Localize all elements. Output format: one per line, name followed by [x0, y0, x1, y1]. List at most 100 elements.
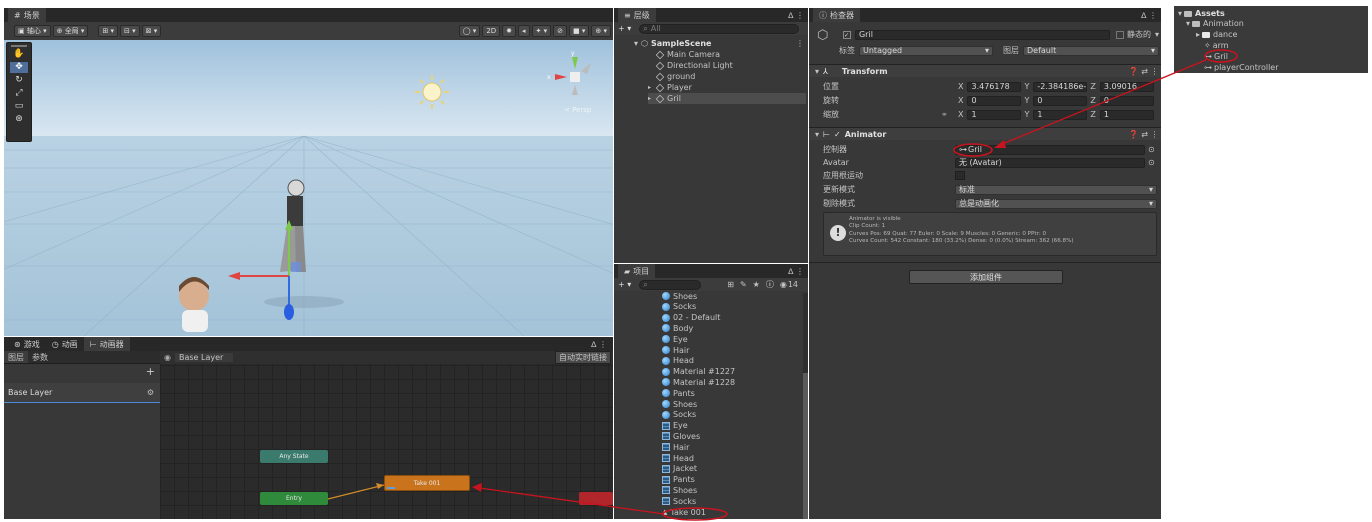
asset-item[interactable]: ⊶ playerController: [1204, 62, 1279, 73]
pivot-button[interactable]: ▣ 轴心 ▾: [14, 25, 51, 37]
any-state-node[interactable]: Any State: [260, 450, 328, 463]
avatar-field[interactable]: 无 (Avatar): [955, 157, 1145, 168]
project-item[interactable]: 02 - Default: [662, 313, 800, 323]
project-item[interactable]: Eye: [662, 421, 800, 431]
hierarchy-item[interactable]: ▸ Player: [648, 82, 806, 93]
tab-layers[interactable]: 图层: [4, 351, 28, 363]
grid-snap-button[interactable]: ⊞ ▾: [98, 25, 119, 37]
persp-label[interactable]: < Persp: [564, 106, 591, 114]
transform-z-field[interactable]: 3.09016: [1099, 81, 1154, 92]
lock-icon[interactable]: ᐃ ⋮: [591, 340, 607, 349]
boy-model[interactable]: [179, 277, 209, 332]
scale-tool-icon[interactable]: ⤢: [10, 88, 28, 99]
eye-icon[interactable]: ◉: [164, 353, 171, 362]
transform-x-field[interactable]: 0: [967, 95, 1022, 106]
transform-y-field[interactable]: 0: [1033, 95, 1088, 106]
grid-axis-button[interactable]: ⊠ ▾: [141, 25, 162, 37]
tool-handle[interactable]: [11, 45, 27, 47]
lock-icon[interactable]: ᐃ ⋮: [1141, 11, 1157, 20]
audio-toggle[interactable]: ◂: [518, 25, 530, 37]
project-item[interactable]: Hair: [662, 442, 800, 452]
project-item[interactable]: Shoes: [662, 399, 800, 409]
transform-z-field[interactable]: 0: [1099, 95, 1154, 106]
tag-dropdown[interactable]: Untagged ▾: [859, 45, 993, 56]
project-item[interactable]: Shoes: [662, 485, 800, 495]
lock-icon[interactable]: ᐃ ⋮: [788, 11, 804, 20]
update-mode-dropdown[interactable]: 标准 ▾: [955, 184, 1157, 195]
tab-game[interactable]: ⊛ 游戏: [8, 337, 46, 351]
hand-tool-icon[interactable]: ✋: [10, 49, 28, 60]
gear-icon[interactable]: ⚙: [147, 388, 154, 397]
project-item[interactable]: ▲ Take 001: [662, 507, 800, 517]
transform-y-field[interactable]: 1: [1033, 109, 1088, 120]
animator-graph[interactable]: ◉ Base Layer 自动实时链接 Any State Take 001 E…: [160, 351, 613, 519]
project-item[interactable]: Socks: [662, 496, 800, 506]
scrollbar-thumb[interactable]: [803, 373, 808, 519]
transform-tool-icon[interactable]: ⊛: [10, 114, 28, 125]
create-button[interactable]: + ▾: [618, 24, 631, 33]
project-search[interactable]: ⌕: [639, 279, 702, 290]
breadcrumb[interactable]: Base Layer: [174, 353, 234, 362]
rect-tool-icon[interactable]: ▭: [10, 101, 28, 112]
object-picker-icon[interactable]: ⊙: [1148, 158, 1155, 167]
hidden-objects-button[interactable]: ⊘: [553, 25, 568, 37]
project-item[interactable]: Hair: [662, 345, 800, 355]
project-item[interactable]: Material #1228: [662, 377, 800, 387]
transform-header[interactable]: ▾ ⅄ Transform ❓ ⇄ ⋮: [809, 64, 1161, 77]
project-item[interactable]: Body: [662, 323, 800, 333]
scene-root-item[interactable]: ▾ ⬡ SampleScene ⋮: [634, 38, 806, 49]
active-checkbox[interactable]: ✓: [843, 30, 851, 39]
animation-folder[interactable]: ▾ Animation: [1186, 18, 1244, 29]
transform-y-field[interactable]: -2.384186e-0: [1033, 81, 1088, 92]
static-dropdown-icon[interactable]: ▾: [1155, 30, 1159, 39]
controller-field[interactable]: ⊶ Gril: [955, 144, 1145, 155]
filter-type-icon[interactable]: ⊞: [727, 280, 734, 289]
tab-parameters[interactable]: 参数: [28, 351, 52, 363]
enabled-checkbox[interactable]: ✓: [834, 130, 841, 139]
hierarchy-item[interactable]: ground: [648, 71, 806, 82]
project-item[interactable]: Jacket: [662, 464, 800, 474]
layer-item-base[interactable]: Base Layer ⚙: [4, 383, 160, 403]
culling-mode-dropdown[interactable]: 总是动画化 ▾: [955, 198, 1157, 209]
hierarchy-item[interactable]: Directional Light: [648, 60, 806, 71]
asset-item-selected[interactable]: ⊶ Gril: [1204, 51, 1228, 62]
project-item[interactable]: Socks: [662, 410, 800, 420]
lighting-toggle[interactable]: ✹: [502, 25, 517, 37]
gizmos-button[interactable]: ⊕ ▾: [591, 25, 611, 37]
scene-menu-icon[interactable]: ⋮: [796, 39, 804, 48]
scene-viewport[interactable]: y x ✋ ✥ ↻ ⤢ ▭ ⊛ < Persp: [4, 40, 613, 336]
static-checkbox[interactable]: [1116, 30, 1124, 39]
project-item[interactable]: Pants: [662, 388, 800, 398]
hidden-count-icon[interactable]: ◉: [780, 280, 787, 289]
transform-x-field[interactable]: 3.476178: [967, 81, 1022, 92]
exit-node[interactable]: [579, 492, 613, 505]
transform-z-field[interactable]: 1: [1099, 109, 1154, 120]
object-name-field[interactable]: Gril: [854, 29, 1111, 40]
asset-item[interactable]: ✧ arm: [1204, 40, 1229, 51]
object-picker-icon[interactable]: ⊙: [1148, 145, 1155, 154]
project-item[interactable]: Material #1227: [662, 367, 800, 377]
hierarchy-search[interactable]: ⌕ All: [639, 23, 800, 34]
help-icon[interactable]: ❓ ⇄ ⋮: [1129, 67, 1161, 76]
tab-animation[interactable]: ◷ 动画: [46, 337, 84, 351]
tab-scene[interactable]: # 场景: [8, 8, 46, 22]
draw-mode-button[interactable]: ◯ ▾: [458, 25, 481, 37]
move-tool-icon[interactable]: ✥: [10, 62, 28, 73]
project-item[interactable]: Gloves: [662, 431, 800, 441]
hierarchy-item[interactable]: ▸ Gril: [648, 93, 806, 104]
lock-icon[interactable]: ᐃ ⋮: [788, 267, 804, 276]
add-layer-button[interactable]: +: [146, 365, 155, 378]
mode-2d-button[interactable]: 2D: [482, 25, 501, 37]
rotate-tool-icon[interactable]: ↻: [10, 75, 28, 86]
favorite-icon[interactable]: ★: [753, 280, 760, 289]
project-item[interactable]: Eye: [662, 334, 800, 344]
help-icon[interactable]: ❓ ⇄ ⋮: [1129, 130, 1161, 139]
project-item[interactable]: Head: [662, 453, 800, 463]
info-icon[interactable]: ⓘ: [766, 279, 774, 290]
take001-node[interactable]: Take 001: [384, 475, 470, 491]
tab-animator[interactable]: ⊢ 动画器: [83, 337, 130, 351]
project-item[interactable]: Head: [662, 356, 800, 366]
hierarchy-item[interactable]: Main Camera: [648, 49, 806, 60]
camera-settings-button[interactable]: ■ ▾: [569, 25, 590, 37]
live-link-button[interactable]: 自动实时链接: [555, 351, 611, 364]
